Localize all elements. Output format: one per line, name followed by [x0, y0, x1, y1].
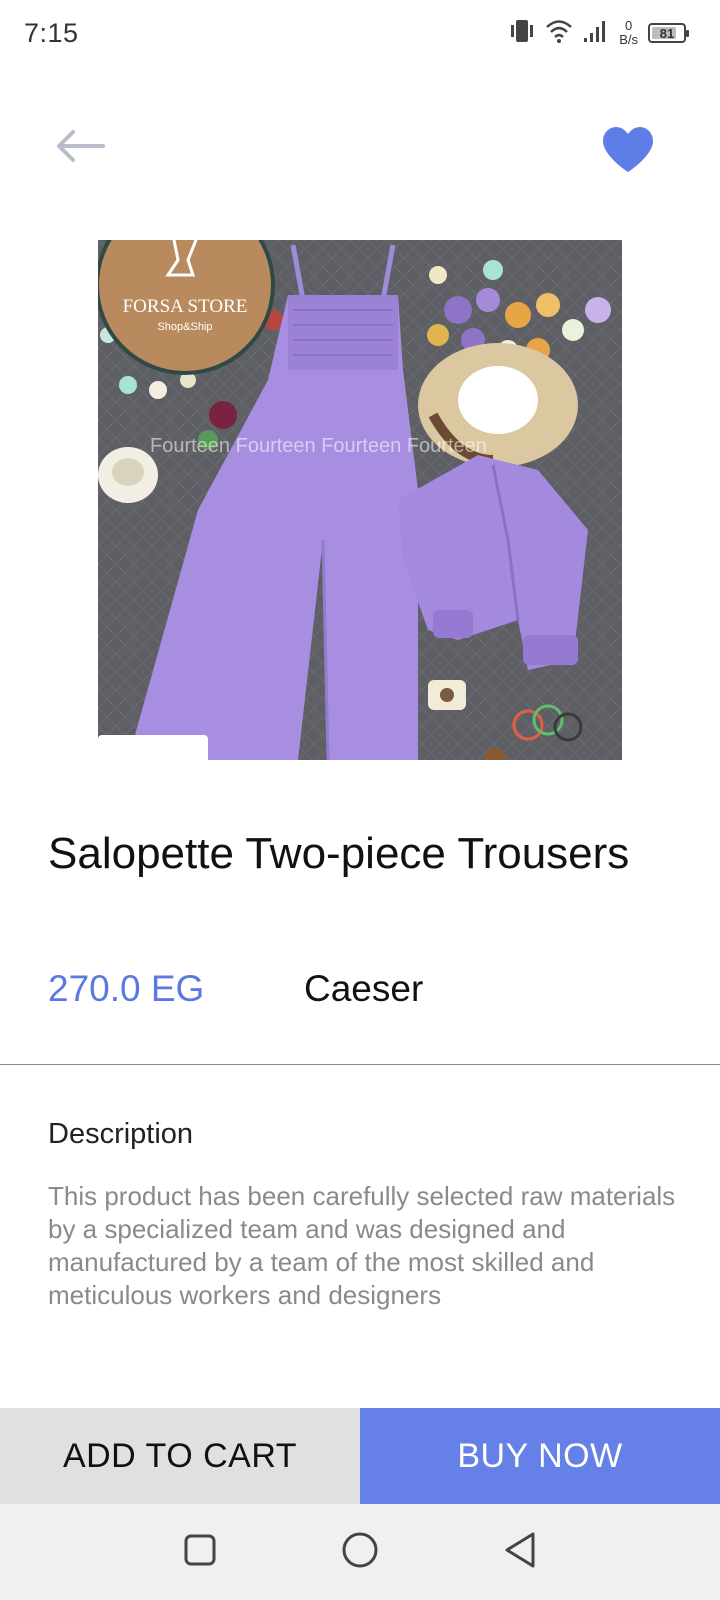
battery-icon: 81	[648, 23, 689, 43]
back-button[interactable]	[46, 118, 112, 178]
network-speed-unit: B/s	[619, 32, 638, 47]
nav-back-button[interactable]	[485, 1517, 555, 1587]
vibrate-icon	[509, 18, 535, 49]
product-image: FORSA STORE Shop&Ship Fourteen Fourteen …	[98, 240, 622, 760]
navigation-bar	[0, 1504, 720, 1600]
product-title: Salopette Two-piece Trousers	[48, 829, 630, 878]
product-seller: Caeser	[304, 968, 424, 1009]
square-icon	[183, 1533, 217, 1572]
description-body: This product has been carefully selected…	[48, 1181, 676, 1310]
circle-icon	[341, 1531, 379, 1574]
nav-home-button[interactable]	[325, 1517, 395, 1587]
description-heading: Description	[48, 1118, 194, 1150]
favorite-button[interactable]	[598, 122, 658, 182]
status-icons: 0 B/s 81	[509, 16, 689, 50]
heart-icon	[601, 126, 655, 179]
action-bar: ADD TO CART BUY NOW	[0, 1408, 720, 1504]
add-to-cart-button[interactable]: ADD TO CART	[0, 1408, 360, 1504]
network-speed-value: 0	[624, 18, 633, 33]
cup	[98, 447, 158, 503]
status-time: 7:15	[24, 18, 79, 48]
image-watermark: Fourteen Fourteen Fourteen Fourteen	[150, 435, 487, 457]
buy-now-button[interactable]: BUY NOW	[360, 1408, 720, 1504]
arrow-left-icon	[51, 126, 107, 171]
nav-recents-button[interactable]	[165, 1517, 235, 1587]
network-speed: 0 B/s	[619, 19, 638, 47]
battery-percent: 81	[659, 25, 675, 41]
logo-text: FORSA STORE	[123, 296, 248, 317]
divider	[0, 1064, 720, 1065]
triangle-back-icon	[502, 1531, 538, 1574]
logo-subtext: Shop&Ship	[157, 321, 212, 333]
signal-icon	[583, 18, 609, 49]
wifi-icon	[545, 18, 573, 49]
product-price: 270.0 EG	[48, 968, 205, 1009]
status-bar: 7:15 0 B/s 81	[0, 0, 720, 66]
